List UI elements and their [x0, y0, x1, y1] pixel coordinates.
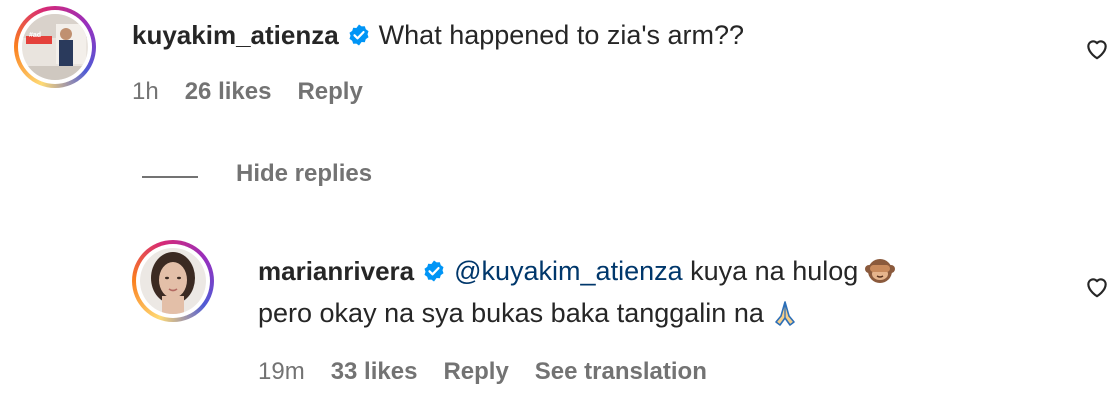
heart-outline-icon[interactable]: [1084, 36, 1110, 62]
reply-username[interactable]: marianrivera: [258, 256, 414, 286]
hide-replies-button[interactable]: Hide replies: [236, 160, 372, 188]
reply-text-line1: kuya na hulog: [682, 256, 859, 286]
comment-body: kuyakim_atienza What happened to zia's a…: [132, 14, 744, 56]
comment-text: What happened to zia's arm??: [378, 20, 745, 50]
reply-text-line2: pero okay na sya bukas baka tanggalin na: [258, 298, 764, 328]
avatar-photo-marian: [140, 248, 206, 314]
hide-replies-divider: [142, 176, 198, 178]
avatar[interactable]: #ad: [14, 6, 96, 88]
comment-time[interactable]: 1h: [132, 78, 159, 105]
comment-username[interactable]: kuyakim_atienza: [132, 20, 339, 50]
folded-hands-emoji: [770, 298, 800, 333]
reply-time[interactable]: 19m: [258, 358, 305, 385]
avatar-photo-kuyakim: [22, 14, 88, 80]
reply-meta: 19m 33 likes Reply See translation: [258, 358, 733, 386]
verified-badge-icon: [422, 259, 446, 283]
see-no-evil-monkey-emoji: [864, 254, 896, 291]
heart-outline-icon[interactable]: [1084, 274, 1110, 300]
verified-badge-icon: [347, 23, 371, 47]
comment-kuyakim: #ad kuyakim_atienza What happened to zia…: [0, 0, 1120, 130]
reply-likes[interactable]: 33 likes: [331, 358, 418, 385]
comment-meta: 1h 26 likes Reply: [132, 78, 389, 106]
comment-likes[interactable]: 26 likes: [185, 78, 272, 105]
reply-avatar-image: [140, 248, 206, 314]
comment-reply-button[interactable]: Reply: [297, 78, 362, 105]
avatar-image: #ad: [22, 14, 88, 80]
avatar-badge-text: #ad: [29, 32, 42, 39]
reply-mention-link[interactable]: @kuyakim_atienza: [454, 256, 683, 286]
reply-avatar[interactable]: [132, 240, 214, 322]
reply-marianrivera: marianrivera @kuyakim_atienza kuya na hu…: [0, 236, 1120, 406]
reply-reply-button[interactable]: Reply: [443, 358, 508, 385]
see-translation-button[interactable]: See translation: [535, 358, 707, 385]
reply-body: marianrivera @kuyakim_atienza kuya na hu…: [258, 250, 896, 334]
